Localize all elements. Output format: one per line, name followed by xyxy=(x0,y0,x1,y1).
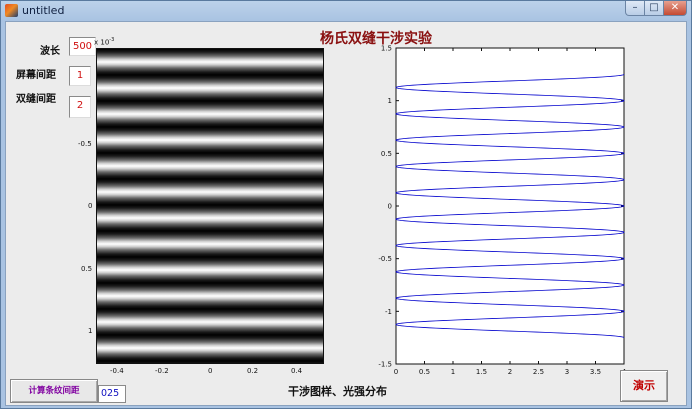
minimize-button[interactable]: – xyxy=(625,1,645,16)
plot-xtick-label: 3.5 xyxy=(590,368,601,376)
plot-xtick-label: 0.5 xyxy=(419,368,430,376)
plot-ytick-label: -1 xyxy=(385,308,392,316)
plot-area xyxy=(395,47,625,365)
intensity-plot: 00.511.522.533.54-1.5-1-0.500.511.5 xyxy=(378,45,626,377)
plot-xtick-label: 1.5 xyxy=(476,368,487,376)
figure-canvas: 杨氏双缝干涉实验 波长 500 屏幕间距 1 双缝间距 2 x 10-3 -0.… xyxy=(5,21,687,406)
plot-ytick-label: 0 xyxy=(388,203,392,211)
maximize-button[interactable]: □ xyxy=(644,1,664,16)
plot-xtick-label: 1 xyxy=(451,368,455,376)
plot-xtick-label: 3 xyxy=(565,368,569,376)
plot-ytick-label: -1.5 xyxy=(378,361,392,369)
plot-xtick-label: 2.5 xyxy=(533,368,544,376)
result-caption: 干涉图样、光强分布 xyxy=(288,385,387,398)
calculate-spacing-button[interactable]: 计算条纹间距 xyxy=(10,379,98,403)
app-window: untitled – □ ✕ 杨氏双缝干涉实验 波长 500 屏幕间距 1 双缝… xyxy=(0,0,692,409)
plot-xtick-label: 2 xyxy=(508,368,512,376)
close-button[interactable]: ✕ xyxy=(663,1,687,16)
matlab-icon xyxy=(5,4,18,17)
demo-button[interactable]: 演示 xyxy=(620,370,668,402)
window-title: untitled xyxy=(22,4,65,17)
spacing-output[interactable]: 025 xyxy=(98,385,126,403)
plot-ytick-label: 1.5 xyxy=(381,45,392,53)
title-bar[interactable]: untitled – □ ✕ xyxy=(1,1,691,21)
plot-ytick-label: -0.5 xyxy=(378,255,392,263)
plot-xtick-label: 0 xyxy=(394,368,398,376)
plot-ytick-label: 0.5 xyxy=(381,150,392,158)
plot-ytick-label: 1 xyxy=(388,97,392,105)
